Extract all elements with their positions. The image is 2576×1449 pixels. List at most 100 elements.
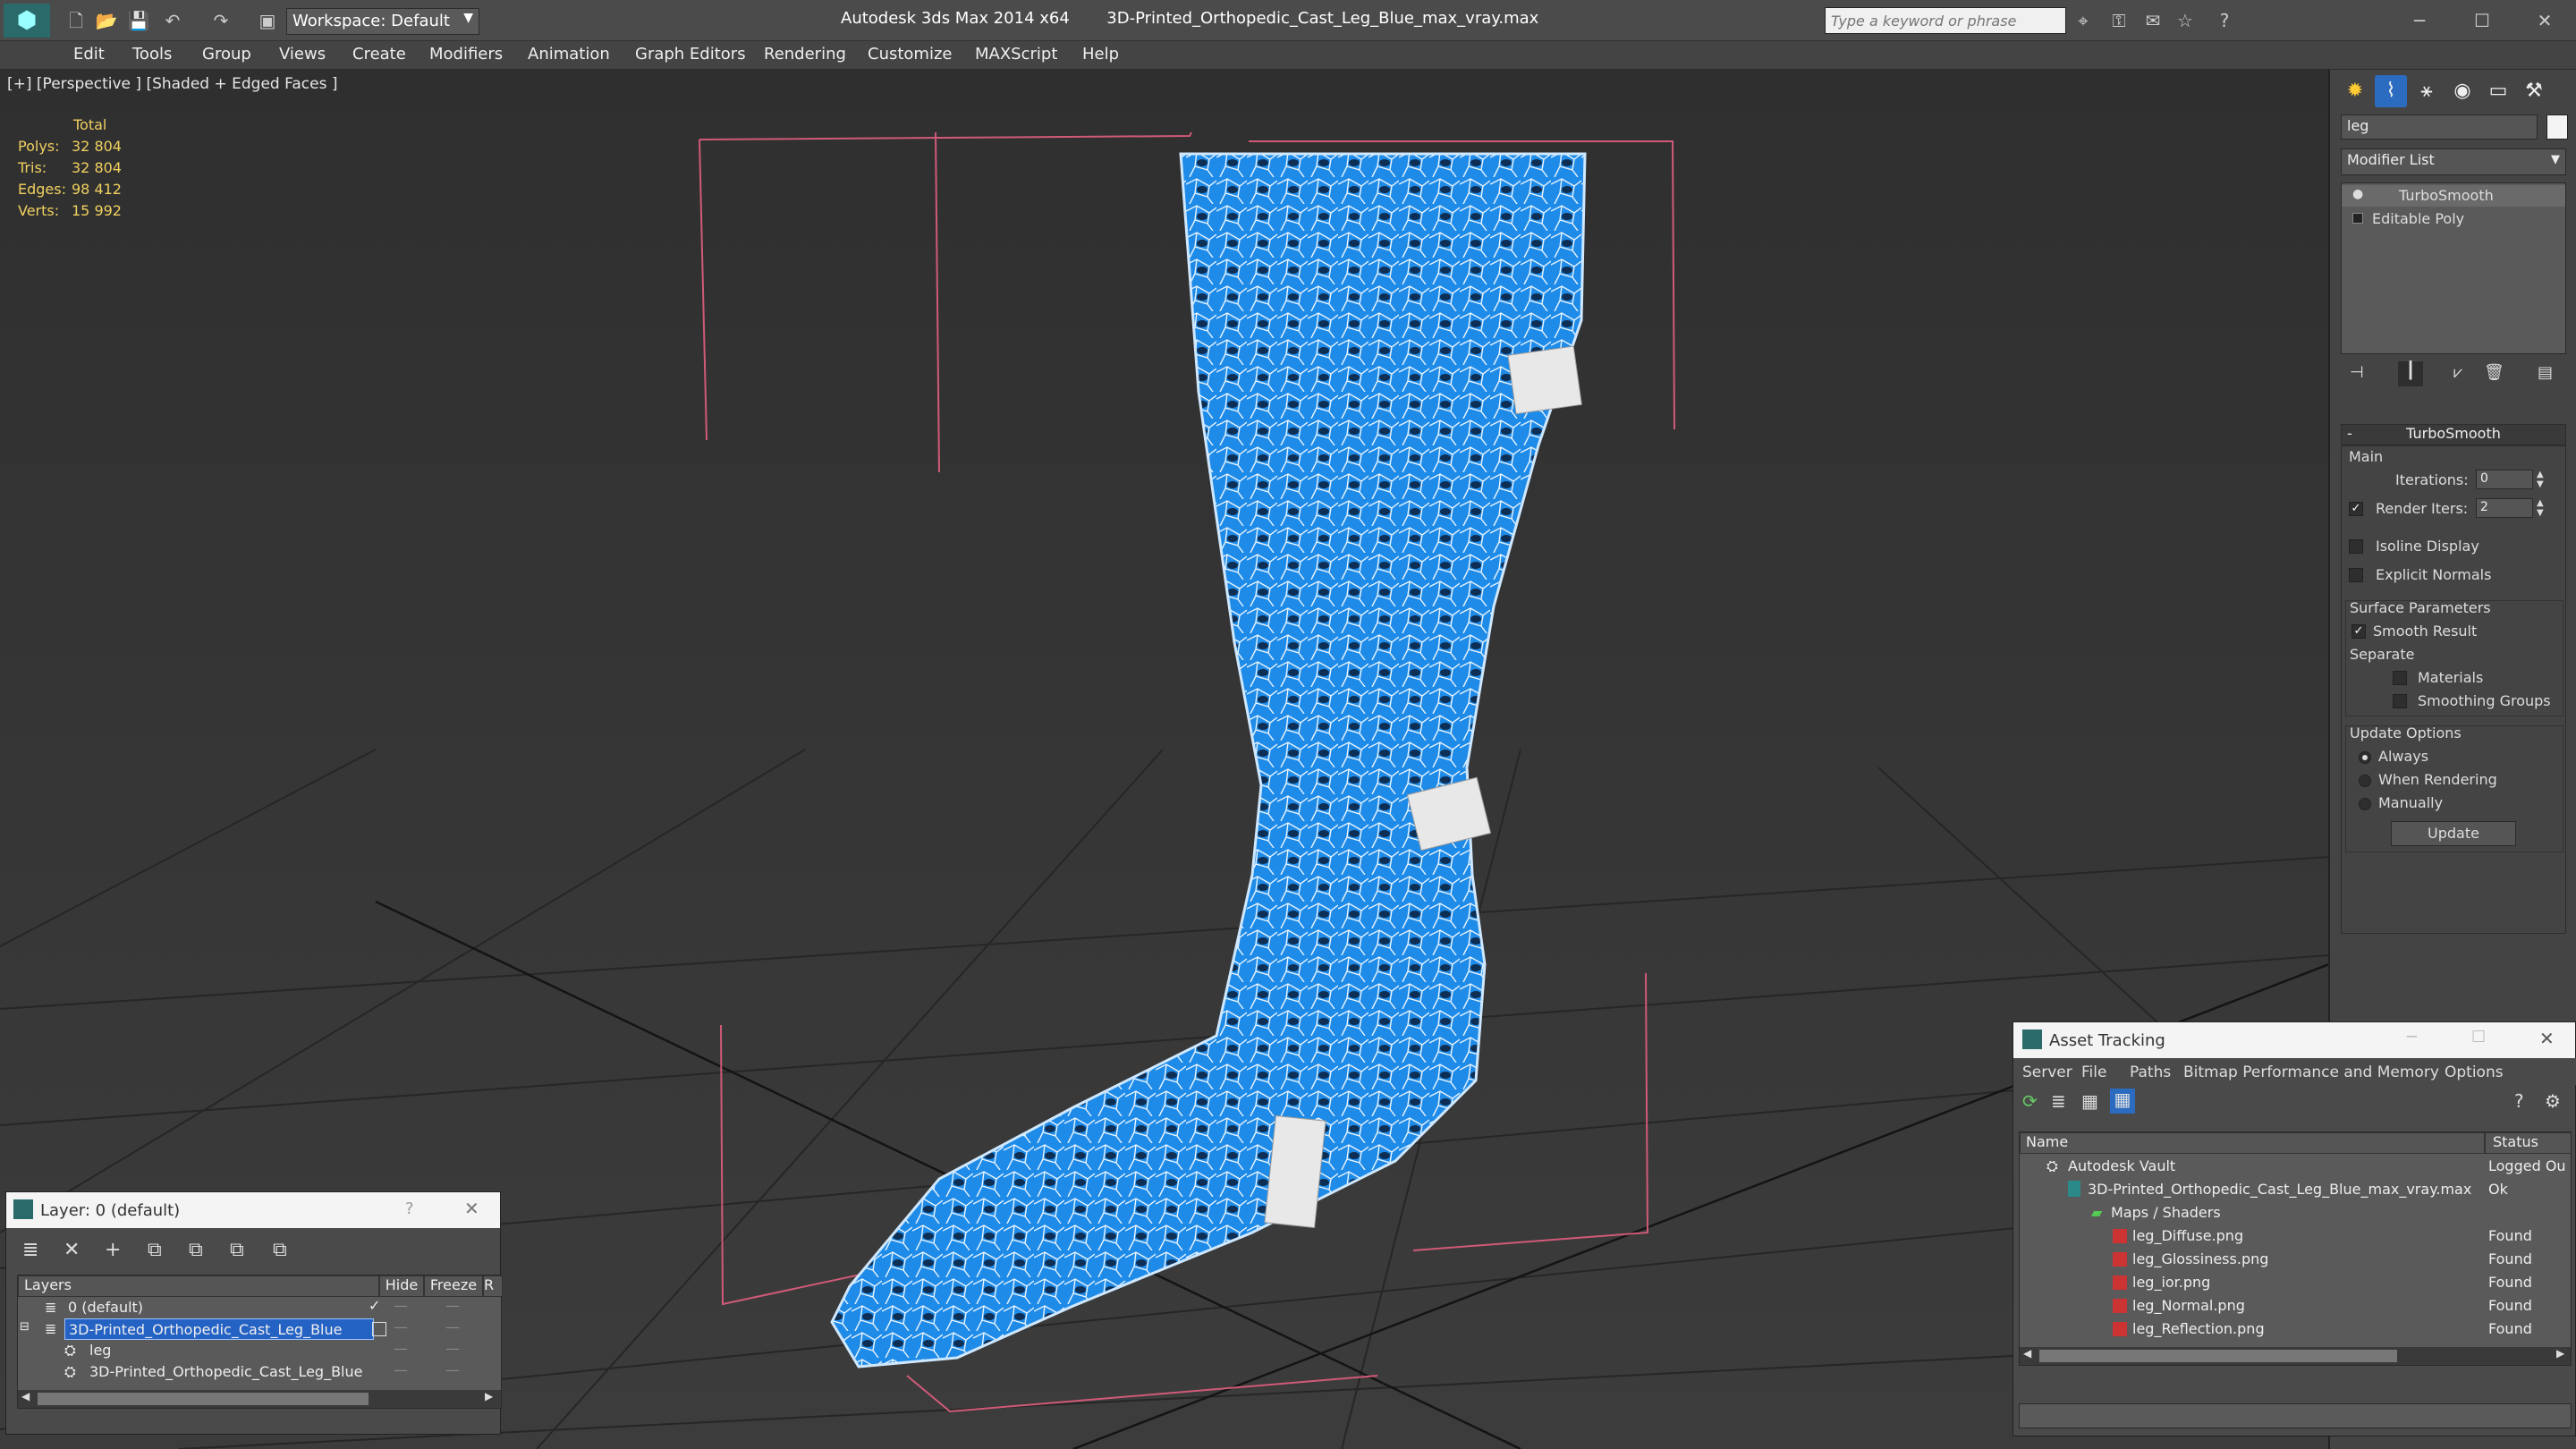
asset-menu-bitmap[interactable]: Bitmap Performance and Memory bbox=[2183, 1063, 2439, 1081]
help-icon[interactable]: ? bbox=[2514, 1090, 2524, 1112]
layer-row[interactable]: ≣ 0 (default) ✓ — — bbox=[18, 1297, 501, 1320]
make-unique-icon[interactable]: ⩗ bbox=[2453, 363, 2462, 382]
lightbulb-icon[interactable]: ● bbox=[2352, 187, 2363, 201]
create-tab-icon[interactable]: ✹ bbox=[2339, 75, 2371, 107]
menu-rendering[interactable]: Rendering bbox=[764, 45, 846, 64]
select-layers-icon[interactable]: ⧉ bbox=[189, 1239, 203, 1261]
scroll-thumb[interactable] bbox=[38, 1393, 369, 1405]
asset-path-field[interactable] bbox=[2019, 1403, 2572, 1428]
col-name[interactable]: Name bbox=[2020, 1132, 2485, 1154]
viewport-label[interactable]: [+] [Perspective ] [Shaded + Edged Faces… bbox=[7, 75, 337, 93]
always-radio[interactable] bbox=[2359, 751, 2371, 764]
col-hide[interactable]: Hide bbox=[379, 1275, 424, 1297]
current-layer-check-icon[interactable]: ✓ bbox=[369, 1297, 380, 1314]
asset-row-bitmap[interactable]: leg_Reflection.png Found bbox=[2020, 1318, 2571, 1342]
stack-item-turbosmooth[interactable]: ● TurboSmooth bbox=[2342, 185, 2565, 207]
smooth-result-checkbox[interactable]: ✓ bbox=[2351, 624, 2366, 639]
new-file-icon[interactable]: 🗋 bbox=[64, 9, 88, 32]
layer-row-selected[interactable]: ⊟ ≣ 3D-Printed_Orthopedic_Cast_Leg_Blue … bbox=[18, 1318, 501, 1342]
col-render[interactable]: R bbox=[483, 1275, 503, 1297]
search-input[interactable] bbox=[1826, 8, 2065, 33]
hierarchy-tab-icon[interactable]: ⚹ bbox=[2411, 75, 2443, 107]
app-logo-icon[interactable]: ⬢ bbox=[4, 4, 50, 38]
motion-tab-icon[interactable]: ◉ bbox=[2446, 75, 2479, 107]
materials-checkbox[interactable] bbox=[2393, 671, 2407, 685]
hide-toggle[interactable]: — bbox=[394, 1340, 408, 1357]
save-file-icon[interactable]: 💾 bbox=[127, 9, 150, 32]
workspace-dropdown[interactable]: Workspace: Default ▼ bbox=[286, 8, 479, 35]
favorites-star-icon[interactable]: ☆ bbox=[2174, 9, 2197, 32]
utilities-tab-icon[interactable]: ⚒ bbox=[2518, 75, 2550, 107]
horizontal-scrollbar[interactable]: ◀ ▶ bbox=[2020, 1347, 2571, 1365]
freeze-all-layers-icon[interactable]: ⧉ bbox=[273, 1239, 287, 1261]
menu-group[interactable]: Group bbox=[202, 45, 251, 64]
asset-row-scene[interactable]: 3D-Printed_Orthopedic_Cast_Leg_Blue_max_… bbox=[2020, 1179, 2571, 1202]
close-icon[interactable]: ✕ bbox=[2539, 1028, 2555, 1049]
asset-menu-file[interactable]: File bbox=[2081, 1063, 2106, 1081]
minimize-icon[interactable]: ─ bbox=[2407, 1028, 2417, 1046]
refresh-icon[interactable]: ⟳ bbox=[2022, 1090, 2038, 1112]
asset-row-bitmap[interactable]: leg_Normal.png Found bbox=[2020, 1295, 2571, 1318]
pin-stack-icon[interactable]: ⊣ bbox=[2350, 363, 2364, 382]
maximize-icon[interactable]: ☐ bbox=[2470, 9, 2494, 32]
delete-layer-icon[interactable]: ✕ bbox=[64, 1239, 80, 1261]
thumbnail-view-icon[interactable]: ▦ bbox=[2081, 1090, 2098, 1112]
explicit-normals-checkbox[interactable] bbox=[2349, 568, 2363, 582]
modify-tab-icon[interactable]: ⌇ bbox=[2375, 75, 2407, 107]
freeze-toggle[interactable]: — bbox=[445, 1340, 460, 1357]
show-end-result-icon[interactable]: ┃ bbox=[2398, 361, 2423, 386]
col-status[interactable]: Status bbox=[2485, 1132, 2571, 1154]
help-icon[interactable]: ? bbox=[405, 1199, 414, 1218]
menu-animation[interactable]: Animation bbox=[528, 45, 610, 64]
asset-row-bitmap[interactable]: leg_Glossiness.png Found bbox=[2020, 1249, 2571, 1272]
close-icon[interactable]: ✕ bbox=[464, 1198, 479, 1219]
asset-row-bitmap[interactable]: leg_ior.png Found bbox=[2020, 1272, 2571, 1295]
turbosmooth-rollout-header[interactable]: - TurboSmooth bbox=[2341, 424, 2566, 445]
minimize-icon[interactable]: ─ bbox=[2408, 9, 2431, 32]
menu-views[interactable]: Views bbox=[279, 45, 326, 64]
freeze-toggle[interactable]: — bbox=[445, 1318, 460, 1335]
layer-window-titlebar[interactable]: Layer: 0 (default) ? ✕ bbox=[6, 1192, 500, 1228]
scroll-right-icon[interactable]: ▶ bbox=[2556, 1347, 2564, 1360]
maximize-icon[interactable]: ☐ bbox=[2471, 1028, 2486, 1046]
update-button[interactable]: Update bbox=[2391, 821, 2516, 846]
configure-sets-icon[interactable]: ▤ bbox=[2538, 363, 2553, 382]
smoothing-groups-checkbox[interactable] bbox=[2393, 694, 2407, 708]
current-layer-box[interactable] bbox=[372, 1322, 386, 1336]
scroll-right-icon[interactable]: ▶ bbox=[485, 1390, 493, 1402]
modifier-list-dropdown[interactable]: Modifier List ▼ bbox=[2341, 148, 2566, 175]
menu-tools[interactable]: Tools bbox=[132, 45, 172, 64]
hide-toggle[interactable]: — bbox=[394, 1318, 408, 1335]
select-objects-icon[interactable]: ⧉ bbox=[148, 1239, 162, 1261]
hide-toggle[interactable]: — bbox=[394, 1297, 408, 1314]
menu-graph-editors[interactable]: Graph Editors bbox=[635, 45, 746, 64]
freeze-toggle[interactable]: — bbox=[445, 1297, 460, 1314]
menu-maxscript[interactable]: MAXScript bbox=[975, 45, 1057, 64]
horizontal-scrollbar[interactable]: ◀ ▶ bbox=[18, 1390, 501, 1408]
list-view-icon[interactable]: ≣ bbox=[2051, 1090, 2066, 1112]
project-folder-icon[interactable]: ▣ bbox=[256, 9, 279, 32]
object-row[interactable]: ⛭ leg — — bbox=[18, 1340, 501, 1363]
menu-edit[interactable]: Edit bbox=[73, 45, 105, 64]
expand-icon[interactable] bbox=[2352, 213, 2363, 224]
stack-item-editable-poly[interactable]: Editable Poly bbox=[2342, 208, 2565, 230]
communication-icon[interactable]: ✉ bbox=[2141, 9, 2165, 32]
object-color-swatch[interactable] bbox=[2546, 114, 2568, 140]
when-rendering-radio[interactable] bbox=[2359, 775, 2371, 787]
scroll-thumb[interactable] bbox=[2039, 1350, 2397, 1362]
subscription-icon[interactable]: ⚿ bbox=[2107, 9, 2131, 32]
manually-radio[interactable] bbox=[2359, 798, 2371, 810]
modifier-stack[interactable]: ● TurboSmooth Editable Poly bbox=[2341, 182, 2566, 354]
search-field[interactable] bbox=[1825, 7, 2066, 34]
help-icon[interactable]: ? bbox=[2213, 9, 2236, 32]
redo-icon[interactable]: ↷ bbox=[209, 9, 233, 32]
asset-row-maps[interactable]: ▰ Maps / Shaders bbox=[2020, 1202, 2571, 1225]
col-freeze[interactable]: Freeze bbox=[424, 1275, 483, 1297]
undo-icon[interactable]: ↶ bbox=[161, 9, 184, 32]
hide-all-layers-icon[interactable]: ⧉ bbox=[230, 1239, 244, 1261]
scroll-left-icon[interactable]: ◀ bbox=[2023, 1347, 2031, 1360]
scroll-left-icon[interactable]: ◀ bbox=[21, 1390, 30, 1402]
menu-create[interactable]: Create bbox=[352, 45, 406, 64]
remove-modifier-icon[interactable]: 🗑 bbox=[2484, 363, 2504, 382]
asset-menu-paths[interactable]: Paths bbox=[2130, 1063, 2171, 1081]
